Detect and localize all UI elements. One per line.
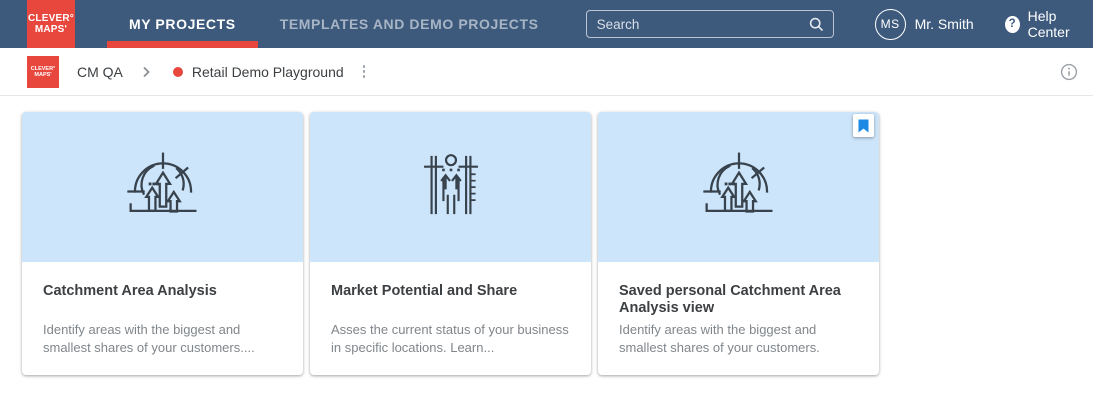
- card-catchment-area-analysis[interactable]: Catchment Area Analysis Identify areas w…: [22, 112, 303, 375]
- bookmark-badge[interactable]: [853, 114, 874, 137]
- avatar-initials: MS: [881, 17, 900, 31]
- avatar[interactable]: MS: [875, 9, 906, 40]
- search-box[interactable]: [586, 10, 834, 38]
- tab-templates-demo-projects[interactable]: TEMPLATES AND DEMO PROJECTS: [260, 0, 559, 48]
- search-input[interactable]: [597, 17, 808, 32]
- breadcrumb: CLEVER° MAPS' CM QA Retail Demo Playgrou…: [0, 48, 1093, 96]
- clevermaps-logo-small[interactable]: CLEVER° MAPS': [27, 56, 59, 88]
- card-market-potential-and-share[interactable]: Market Potential and Share Asses the cur…: [310, 112, 591, 375]
- logo-small-line2: MAPS': [34, 72, 51, 78]
- project-status-dot: [173, 67, 183, 77]
- chevron-right-icon: [140, 65, 152, 79]
- card-saved-personal-catchment-view[interactable]: Saved personal Catchment Area Analysis v…: [598, 112, 879, 375]
- card-description: Identify areas with the biggest and smal…: [619, 321, 859, 356]
- tab-my-projects-label: MY PROJECTS: [129, 16, 236, 32]
- card-title: Market Potential and Share: [331, 283, 571, 321]
- card-thumbnail: [310, 112, 591, 262]
- card-thumbnail: [598, 112, 879, 262]
- logo-line2: MAPS': [35, 24, 67, 35]
- catchment-area-icon: [122, 144, 204, 231]
- info-icon[interactable]: [1060, 63, 1078, 81]
- card-title: Catchment Area Analysis: [43, 283, 283, 321]
- card-text-area: Catchment Area Analysis Identify areas w…: [22, 262, 303, 356]
- top-navigation-bar: CLEVER° MAPS' MY PROJECTS TEMPLATES AND …: [0, 0, 1093, 48]
- card-text-area: Saved personal Catchment Area Analysis v…: [598, 262, 879, 356]
- help-icon: ?: [1005, 16, 1020, 33]
- logo-line1: CLEVER°: [28, 13, 74, 24]
- tab-my-projects[interactable]: MY PROJECTS: [107, 0, 258, 48]
- search-icon[interactable]: [808, 16, 825, 33]
- tab-templates-demo-projects-label: TEMPLATES AND DEMO PROJECTS: [280, 16, 539, 32]
- breadcrumb-project[interactable]: CM QA: [77, 64, 123, 80]
- user-menu[interactable]: MS Mr. Smith: [875, 9, 974, 40]
- card-description: Identify areas with the biggest and smal…: [43, 321, 283, 356]
- clevermaps-logo[interactable]: CLEVER° MAPS': [27, 0, 75, 48]
- market-potential-icon: [410, 144, 492, 231]
- breadcrumb-view[interactable]: Retail Demo Playground: [192, 64, 344, 80]
- help-center-label: Help Center: [1028, 8, 1093, 40]
- help-center-button[interactable]: ? Help Center: [1005, 8, 1093, 40]
- project-cards-area: Catchment Area Analysis Identify areas w…: [0, 96, 1093, 375]
- card-description: Asses the current status of your busines…: [331, 321, 571, 356]
- card-title: Saved personal Catchment Area Analysis v…: [619, 283, 859, 321]
- username: Mr. Smith: [915, 16, 974, 32]
- card-thumbnail: [22, 112, 303, 262]
- card-text-area: Market Potential and Share Asses the cur…: [310, 262, 591, 356]
- bookmark-icon: [858, 119, 869, 133]
- catchment-area-icon: [698, 144, 780, 231]
- help-icon-glyph: ?: [1009, 18, 1016, 30]
- more-options-icon[interactable]: [357, 61, 372, 83]
